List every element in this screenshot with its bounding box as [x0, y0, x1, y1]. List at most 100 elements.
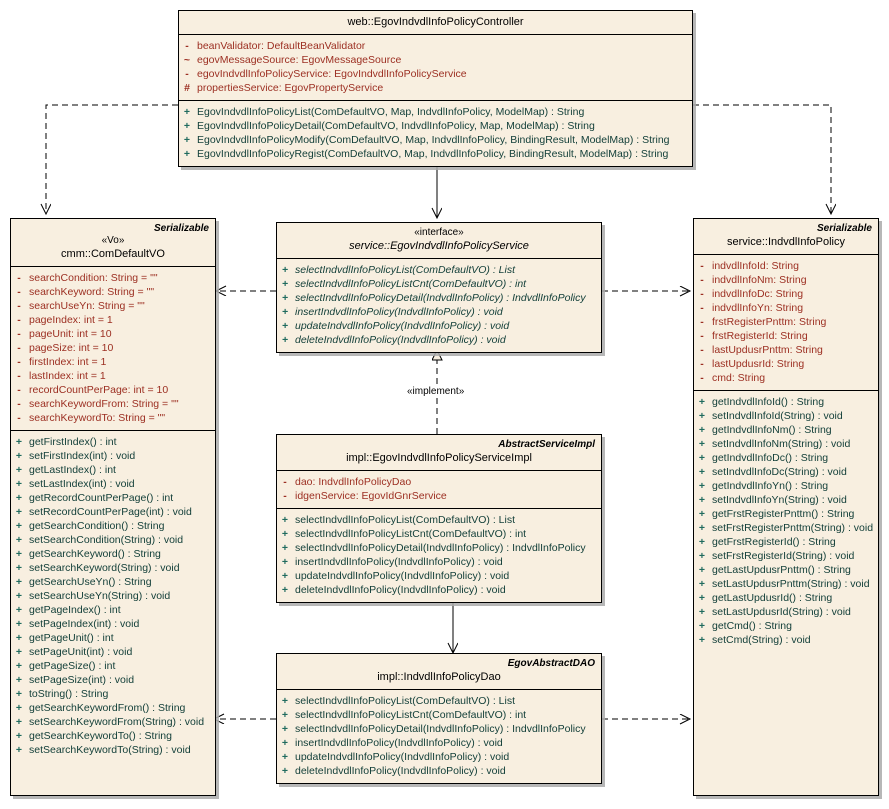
method-row: + insertIndvdlInfoPolicy(IndvdlInfoPolicy…	[277, 555, 601, 569]
member-signature: insertIndvdlInfoPolicy(IndvdlInfoPolicy)…	[295, 306, 503, 318]
class-tag-abstract-service-impl: AbstractServiceImpl	[498, 439, 595, 450]
visibility-marker: +	[281, 278, 289, 290]
visibility-marker: +	[15, 576, 23, 588]
member-signature: setIndvdlInfoId(String) : void	[712, 410, 843, 422]
visibility-marker: +	[15, 688, 23, 700]
visibility-marker: #	[184, 82, 190, 94]
attribute-row: - indvdlInfoDc: String	[694, 287, 878, 301]
member-signature: insertIndvdlInfoPolicy(IndvdlInfoPolicy)…	[295, 737, 503, 749]
member-signature: setPageIndex(int) : void	[29, 618, 140, 630]
method-row: + setLastUpdusrId(String) : void	[694, 605, 878, 619]
visibility-marker: +	[281, 584, 289, 596]
member-signature: updateIndvdlInfoPolicy(IndvdlInfoPolicy)…	[295, 570, 510, 582]
member-signature: getCmd() : String	[712, 620, 792, 632]
member-signature: getLastUpdusrPnttm() : String	[712, 564, 851, 576]
method-row: + deleteIndvdlInfoPolicy(IndvdlInfoPolicy…	[277, 764, 601, 778]
visibility-marker: +	[281, 334, 289, 346]
class-tag-serializable-model: Serializable	[816, 223, 872, 234]
member-signature: EgovIndvdlInfoPolicyList(ComDefaultVO, M…	[197, 106, 585, 118]
visibility-marker: +	[698, 550, 706, 562]
class-box-service-impl[interactable]: AbstractServiceImpl impl::EgovIndvdlInfo…	[276, 434, 602, 603]
class-box-dao[interactable]: EgovAbstractDAO impl::IndvdlInfoPolicyDa…	[276, 653, 602, 784]
method-row: + setFirstIndex(int) : void	[11, 449, 215, 463]
visibility-marker: +	[281, 709, 289, 721]
visibility-marker: +	[183, 134, 191, 146]
method-row: + setFrstRegisterPnttm(String) : void	[694, 521, 878, 535]
member-signature: toString() : String	[29, 688, 109, 700]
member-signature: pageUnit: int = 10	[29, 328, 112, 340]
member-signature: setFrstRegisterPnttm(String) : void	[712, 522, 874, 534]
attribute-row: - egovIndvdlInfoPolicyService: EgovIndvdl…	[179, 67, 692, 81]
class-header-com-default-vo: Serializable «Vo» cmm::ComDefaultVO	[11, 219, 215, 267]
member-signature: setIndvdlInfoDc(String) : void	[712, 466, 847, 478]
visibility-marker: +	[698, 620, 706, 632]
class-box-indvdl-info-policy[interactable]: Serializable service::IndvdlInfoPolicy -…	[693, 218, 879, 796]
class-box-service-interface[interactable]: «interface» service::EgovIndvdlInfoPolic…	[276, 222, 602, 353]
visibility-marker: +	[15, 534, 23, 546]
member-signature: getFrstRegisterPnttm() : String	[712, 508, 855, 520]
member-signature: getIndvdlInfoNm() : String	[712, 424, 832, 436]
member-signature: setIndvdlInfoYn(String) : void	[712, 494, 847, 506]
member-signature: setFrstRegisterId(String) : void	[712, 550, 855, 562]
method-row: + getPageUnit() : int	[11, 631, 215, 645]
attribute-row: - beanValidator: DefaultBeanValidator	[179, 39, 692, 53]
class-name-dao: impl::IndvdlInfoPolicyDao	[377, 671, 501, 683]
visibility-marker: +	[15, 492, 23, 504]
visibility-marker: -	[283, 490, 287, 502]
class-box-com-default-vo[interactable]: Serializable «Vo» cmm::ComDefaultVO - sea…	[10, 218, 216, 796]
member-signature: EgovIndvdlInfoPolicyDetail(ComDefaultVO,…	[197, 120, 595, 132]
attribute-row: # propertiesService: EgovPropertyService	[179, 81, 692, 95]
visibility-marker: +	[698, 634, 706, 646]
attribute-row: - searchKeyword: String = ""	[11, 285, 215, 299]
member-signature: beanValidator: DefaultBeanValidator	[197, 40, 366, 52]
method-row: + getPageSize() : int	[11, 659, 215, 673]
member-signature: setSearchUseYn(String) : void	[29, 590, 171, 602]
member-signature: EgovIndvdlInfoPolicyModify(ComDefaultVO,…	[197, 134, 670, 146]
method-row: + setSearchUseYn(String) : void	[11, 589, 215, 603]
member-signature: getIndvdlInfoId() : String	[712, 396, 825, 408]
visibility-marker: +	[698, 452, 706, 464]
attribute-row: - frstRegisterId: String	[694, 329, 878, 343]
visibility-marker: ~	[183, 54, 191, 66]
method-row: + getLastIndex() : int	[11, 463, 215, 477]
method-row: + setPageUnit(int) : void	[11, 645, 215, 659]
method-row: + selectIndvdlInfoPolicyListCnt(ComDefaul…	[277, 527, 601, 541]
visibility-marker: -	[17, 342, 21, 354]
methods-com-default-vo: + getFirstIndex() : int + setFirstIndex(int…	[11, 431, 215, 762]
member-signature: lastUpdusrId: String	[712, 358, 805, 370]
visibility-marker: -	[17, 314, 21, 326]
visibility-marker: -	[17, 398, 21, 410]
method-row: + getSearchKeywordTo() : String	[11, 729, 215, 743]
connector-controller-to-model	[693, 104, 831, 214]
visibility-marker: -	[17, 286, 21, 298]
visibility-marker: -	[700, 344, 704, 356]
visibility-marker: +	[15, 702, 23, 714]
visibility-marker: +	[183, 106, 191, 118]
method-row: + getLastUpdusrId() : String	[694, 591, 878, 605]
member-signature: lastIndex: int = 1	[29, 370, 106, 382]
member-signature: setSearchKeyword(String) : void	[29, 562, 180, 574]
attribute-row: - lastUpdusrId: String	[694, 357, 878, 371]
visibility-marker: +	[281, 737, 289, 749]
member-signature: setFirstIndex(int) : void	[29, 450, 136, 462]
method-row: + setIndvdlInfoDc(String) : void	[694, 465, 878, 479]
member-signature: setLastUpdusrId(String) : void	[712, 606, 851, 618]
method-row: + updateIndvdlInfoPolicy(IndvdlInfoPolicy…	[277, 569, 601, 583]
member-signature: getIndvdlInfoYn() : String	[712, 480, 829, 492]
method-row: + selectIndvdlInfoPolicyList(ComDefaultVO…	[277, 263, 601, 277]
visibility-marker: +	[15, 632, 23, 644]
method-row: + setSearchKeywordFrom(String) : void	[11, 715, 215, 729]
attributes-service-impl: - dao: IndvdlInfoPolicyDao - idgenService: …	[277, 471, 601, 509]
visibility-marker: +	[15, 660, 23, 672]
member-signature: getPageSize() : int	[29, 660, 116, 672]
attributes-controller: - beanValidator: DefaultBeanValidator ~ ego…	[179, 35, 692, 101]
visibility-marker: +	[15, 618, 23, 630]
method-row: + EgovIndvdlInfoPolicyList(ComDefaultVO, …	[179, 105, 692, 119]
member-signature: getSearchKeyword() : String	[29, 548, 161, 560]
member-signature: egovMessageSource: EgovMessageSource	[197, 54, 402, 66]
member-signature: frstRegisterId: String	[712, 330, 808, 342]
connector-controller-to-vo	[46, 104, 178, 214]
class-box-controller[interactable]: web::EgovIndvdlInfoPolicyController - bea…	[178, 10, 693, 167]
visibility-marker: +	[15, 730, 23, 742]
method-row: + EgovIndvdlInfoPolicyDetail(ComDefaultVO…	[179, 119, 692, 133]
